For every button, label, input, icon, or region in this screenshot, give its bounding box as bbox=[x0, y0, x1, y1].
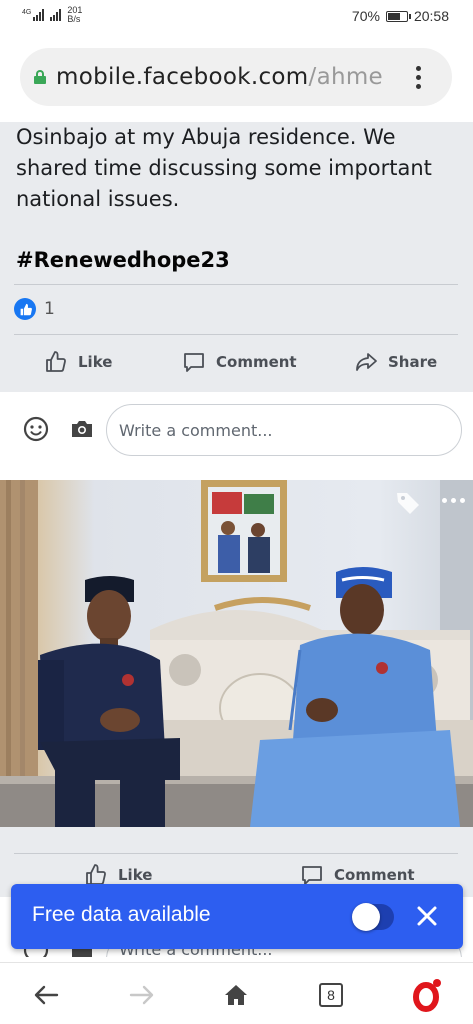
signal-icon-2 bbox=[50, 9, 62, 21]
lock-icon bbox=[34, 70, 46, 84]
post-photo[interactable] bbox=[0, 480, 473, 827]
browser-bottom-bar: 8 bbox=[0, 962, 473, 1024]
share-label: Share bbox=[388, 353, 438, 371]
post-text: Osinbajo at my Abuja residence. We share… bbox=[16, 125, 432, 211]
tag-icon[interactable] bbox=[395, 490, 421, 516]
more-horizontal-icon[interactable] bbox=[442, 498, 465, 503]
share-button[interactable]: Share bbox=[354, 342, 437, 382]
back-icon[interactable] bbox=[28, 977, 64, 1013]
forward-icon[interactable] bbox=[124, 977, 160, 1013]
network-type: 4G bbox=[22, 9, 32, 16]
reaction-count: 1 bbox=[44, 299, 55, 319]
free-data-label: Free data available bbox=[32, 903, 211, 926]
share-icon bbox=[356, 353, 377, 371]
comment-input[interactable]: Write a comment... bbox=[106, 404, 462, 456]
opera-menu-icon[interactable] bbox=[408, 977, 444, 1013]
post-actions: Like Comment Share bbox=[0, 342, 473, 382]
status-right: 70% 20:58 bbox=[352, 8, 449, 24]
net-speed-unit: B/s bbox=[67, 14, 81, 24]
like-reaction-icon bbox=[14, 298, 36, 320]
home-icon[interactable] bbox=[218, 977, 254, 1013]
battery-icon bbox=[385, 10, 411, 22]
net-speed: 201 B/s bbox=[67, 6, 82, 24]
status-bar: 4G 201 B/s 70% 20:58 bbox=[0, 0, 473, 34]
spacer bbox=[0, 468, 473, 480]
toggle-knob bbox=[352, 903, 380, 931]
comment-button[interactable]: Comment bbox=[182, 342, 297, 382]
thumbs-up-icon bbox=[46, 351, 66, 372]
url-text[interactable]: mobile.facebook.com/ahme bbox=[56, 64, 406, 90]
url-host: mobile.facebook.com bbox=[56, 64, 309, 90]
tabs-button[interactable]: 8 bbox=[313, 977, 349, 1013]
free-data-toggle[interactable] bbox=[352, 903, 394, 931]
status-left: 4G 201 B/s bbox=[22, 6, 82, 24]
post-card: Osinbajo at my Abuja residence. We share… bbox=[0, 122, 473, 392]
comment-icon bbox=[184, 353, 204, 372]
comment-composer: Write a comment... bbox=[0, 392, 473, 468]
photo-illustration bbox=[0, 480, 473, 827]
divider bbox=[14, 334, 458, 335]
comment-label: Comment bbox=[216, 353, 297, 371]
like-label: Like bbox=[78, 353, 113, 371]
like-label: Like bbox=[118, 866, 153, 884]
divider bbox=[14, 284, 458, 285]
kebab-menu-icon[interactable] bbox=[416, 66, 422, 89]
post-hashtag[interactable]: #Renewedhope23 bbox=[16, 248, 230, 272]
emoji-icon[interactable] bbox=[23, 416, 49, 442]
free-data-banner: Free data available bbox=[11, 884, 463, 949]
comment-label: Comment bbox=[334, 866, 415, 884]
address-bar[interactable]: mobile.facebook.com/ahme bbox=[20, 48, 452, 106]
camera-icon[interactable] bbox=[70, 419, 94, 439]
browser-toolbar: mobile.facebook.com/ahme bbox=[0, 34, 473, 122]
url-path: /ahme bbox=[308, 64, 383, 90]
clock: 20:58 bbox=[413, 8, 449, 24]
battery-percent: 70% bbox=[351, 8, 380, 24]
tabs-count: 8 bbox=[319, 983, 343, 1007]
reactions-summary[interactable]: 1 bbox=[14, 298, 55, 320]
battery-fill bbox=[387, 12, 400, 20]
close-icon[interactable] bbox=[413, 902, 441, 930]
divider bbox=[14, 853, 458, 854]
like-button[interactable]: Like bbox=[44, 342, 112, 382]
signal-icon: 4G bbox=[22, 9, 45, 21]
